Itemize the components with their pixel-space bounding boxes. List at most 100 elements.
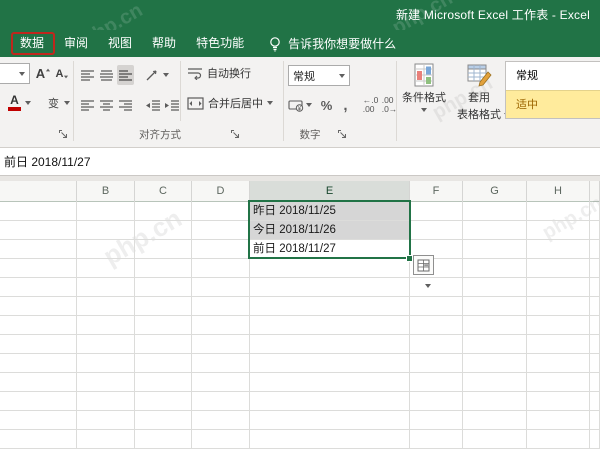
cell[interactable] (463, 202, 527, 221)
decrease-font-size-button[interactable]: A (54, 64, 71, 84)
cell[interactable] (250, 335, 410, 354)
cell[interactable] (410, 373, 463, 392)
cell[interactable] (0, 335, 77, 354)
cell[interactable] (135, 297, 192, 316)
cell[interactable] (77, 316, 135, 335)
tell-me-search[interactable]: 告诉我你想要做什么 (268, 35, 396, 52)
cell[interactable] (135, 430, 192, 449)
cell[interactable] (77, 373, 135, 392)
cell-E1[interactable]: 昨日 2018/11/25 (250, 202, 410, 221)
cell[interactable] (135, 240, 192, 259)
column-header-G[interactable]: G (463, 181, 527, 202)
merge-center-button[interactable]: 合并后居中 (187, 95, 273, 111)
cell[interactable] (77, 278, 135, 297)
cell[interactable] (192, 221, 250, 240)
orientation-icon[interactable] (144, 65, 161, 85)
cell[interactable] (527, 392, 590, 411)
cell[interactable] (0, 316, 77, 335)
cell[interactable] (527, 240, 590, 259)
cell[interactable] (250, 316, 410, 335)
cell[interactable] (135, 335, 192, 354)
cell[interactable] (410, 316, 463, 335)
cell[interactable] (250, 411, 410, 430)
cell[interactable] (590, 430, 600, 449)
cell-E2[interactable]: 今日 2018/11/26 (250, 221, 410, 240)
cell[interactable] (590, 297, 600, 316)
number-format-combo[interactable]: 常规 (288, 65, 350, 86)
cell[interactable] (590, 316, 600, 335)
cell[interactable] (77, 202, 135, 221)
cell[interactable] (527, 259, 590, 278)
cell-E3[interactable]: 前日 2018/11/27 (250, 240, 410, 259)
cell[interactable] (0, 411, 77, 430)
tab-review[interactable]: 审阅 (54, 30, 98, 57)
formula-bar[interactable]: 前日 2018/11/27 (0, 148, 600, 176)
align-right-icon[interactable] (117, 95, 134, 115)
cell[interactable] (527, 373, 590, 392)
cell[interactable] (463, 392, 527, 411)
cell[interactable] (192, 411, 250, 430)
column-header-cropped[interactable] (590, 181, 600, 202)
cell[interactable] (0, 354, 77, 373)
cell[interactable] (590, 392, 600, 411)
cell[interactable] (250, 373, 410, 392)
percent-style-icon[interactable]: % (318, 95, 335, 115)
tab-special-features[interactable]: 特色功能 (186, 30, 254, 57)
cell[interactable] (135, 316, 192, 335)
cell[interactable] (463, 278, 527, 297)
cell[interactable] (77, 335, 135, 354)
cell[interactable] (410, 392, 463, 411)
align-center-icon[interactable] (98, 95, 115, 115)
increase-indent-icon[interactable] (163, 95, 180, 115)
phonetic-dropdown[interactable] (64, 101, 70, 105)
cell[interactable] (527, 221, 590, 240)
cell[interactable] (0, 259, 77, 278)
cell[interactable] (410, 430, 463, 449)
cell[interactable] (77, 259, 135, 278)
cell[interactable] (250, 278, 410, 297)
cell[interactable] (192, 335, 250, 354)
accounting-format-icon[interactable]: ¥ (287, 95, 304, 115)
cell[interactable] (250, 354, 410, 373)
cell[interactable] (0, 430, 77, 449)
cell[interactable] (250, 297, 410, 316)
column-header-C[interactable]: C (135, 181, 192, 202)
cell[interactable] (0, 202, 77, 221)
cell[interactable] (463, 430, 527, 449)
cell[interactable] (192, 259, 250, 278)
cell[interactable] (590, 221, 600, 240)
cell[interactable] (590, 335, 600, 354)
cell[interactable] (463, 411, 527, 430)
comma-style-icon[interactable]: , (337, 95, 354, 115)
font-color-dropdown[interactable] (25, 101, 31, 105)
orientation-dropdown[interactable] (163, 73, 169, 77)
increase-font-size-button[interactable]: A (35, 64, 52, 84)
cell[interactable] (527, 278, 590, 297)
phonetic-guide-button[interactable]: 变 (45, 93, 62, 113)
cell[interactable] (192, 316, 250, 335)
cell[interactable] (77, 297, 135, 316)
column-header-cropped[interactable] (0, 181, 77, 202)
cell[interactable] (527, 297, 590, 316)
column-header-H[interactable]: H (527, 181, 590, 202)
cell[interactable] (192, 202, 250, 221)
cell[interactable] (77, 411, 135, 430)
font-dialog-launcher[interactable] (58, 129, 69, 140)
cell[interactable] (135, 278, 192, 297)
cell[interactable] (463, 373, 527, 392)
wrap-text-button[interactable]: 自动换行 (187, 65, 251, 81)
cell[interactable] (410, 221, 463, 240)
cell[interactable] (192, 430, 250, 449)
cell[interactable] (192, 354, 250, 373)
cell[interactable] (77, 392, 135, 411)
cell[interactable] (0, 240, 77, 259)
cell[interactable] (0, 221, 77, 240)
cell[interactable] (192, 392, 250, 411)
align-top-icon[interactable] (79, 65, 96, 85)
cell[interactable] (250, 392, 410, 411)
alignment-dialog-launcher[interactable] (230, 129, 241, 140)
cell[interactable] (410, 335, 463, 354)
cell[interactable] (527, 430, 590, 449)
cell[interactable] (527, 316, 590, 335)
increase-decimal-icon[interactable]: ←.0.00 (362, 95, 379, 115)
